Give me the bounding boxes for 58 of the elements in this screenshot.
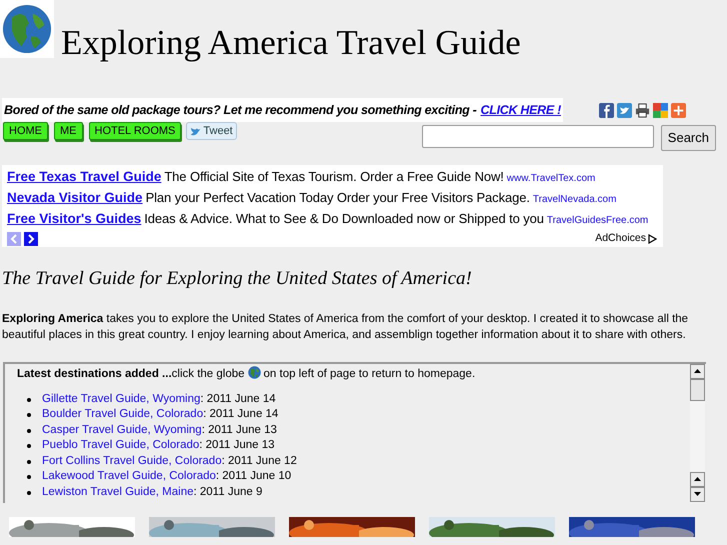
up-arrow-icon[interactable] [694,477,701,481]
bullet-icon [27,398,31,402]
latest-label: Latest destinations added ... [17,366,172,382]
click-here-link[interactable]: CLICK HERE ! [480,100,561,120]
play-icon[interactable] [648,234,657,244]
ad-link[interactable]: Free Visitor's Guides [7,209,142,230]
adchoices-label[interactable]: AdChoices [595,231,646,247]
ad-url[interactable]: TravelGuidesFree.com [546,213,648,228]
bullet-icon [27,460,31,464]
date-text: : 2011 June 12 [222,454,297,469]
destination-link[interactable]: Fort Collins Travel Guide, Colorado [42,452,222,470]
nav-button[interactable]: HOTEL ROOMS [88,122,182,140]
date-text: : 2011 June 13 [199,438,275,454]
destination-link[interactable]: Lewiston Travel Guide, Maine [42,484,194,502]
date-text: : 2011 June 14 [200,392,276,407]
intro-paragraph: Exploring America takes you to explore the United States of America from the comfort of your desktop. I created it to showcase all the beautiful places in this great country. I enjoy learning about America, and assemblign together information about it to share with others. [2,312,690,343]
destination-link[interactable]: Gillette Travel Guide, Wyoming [42,390,200,408]
up-arrow-icon[interactable] [694,369,701,373]
globe-icon[interactable] [2,4,52,54]
page-heading: The Travel Guide for Exploring the United States of America! [2,267,473,291]
search-button[interactable]: Search [660,125,716,151]
bird-icon [190,126,202,136]
ad-link[interactable]: Nevada Visitor Guide [7,188,143,208]
ad-link[interactable]: Free Texas Travel Guide [7,167,162,188]
destination-link[interactable]: Boulder Travel Guide, Colorado [42,406,204,424]
globe-icon[interactable] [248,366,261,379]
ad-text: The Official Site of Texas Tourism. Order a Free Guide Now! [164,168,504,186]
date-text: : 2011 June 13 [202,422,277,438]
nav-button[interactable]: ME [54,122,82,140]
globe-hint: on top left of page to return to homepage. [264,366,476,382]
destination-link[interactable]: Casper Travel Guide, Wyoming [42,422,202,440]
destination-link[interactable]: Lakewood Travel Guide, Colorado [42,468,216,486]
bullet-icon [27,428,31,432]
date-text: : 2011 June 14 [203,407,278,422]
google-icon[interactable] [652,102,668,118]
plus-icon[interactable] [670,102,686,118]
bullet-icon [27,490,31,494]
printer-icon[interactable] [634,102,650,118]
facebook-icon[interactable] [598,102,614,118]
bullet-icon [27,444,31,448]
site-title: Exploring America Travel Guide [61,22,521,64]
search-field[interactable] [422,125,654,148]
bullet-icon [27,475,31,479]
ad-url[interactable]: TravelNevada.com [532,192,616,207]
down-arrow-icon[interactable] [694,492,701,496]
scrollbar[interactable] [690,364,705,502]
promo-banner: Bored of the same old package tours? Let me recommend you something exciting - CLICK HERE ! [2,98,563,122]
destination-link[interactable]: Pueblo Travel Guide, Colorado [42,437,200,455]
ad-url[interactable]: www.TravelTex.com [506,171,596,186]
nav-button[interactable]: HOME [3,122,48,140]
ad-text: Plan your Perfect Vacation Today Order your Free Visitors Package. [146,189,530,207]
date-text: : 2011 June 9 [194,484,262,500]
date-text: : 2011 June 10 [216,469,292,484]
scrollbar-thumb[interactable] [690,378,705,400]
bullet-icon [27,413,31,417]
globe-hint: click the globe [172,366,245,382]
ad-text: Ideas & Advice. What to See & Do Downloaded now or Shipped to you [144,210,544,228]
tweet-button[interactable]: Tweet [186,122,237,140]
